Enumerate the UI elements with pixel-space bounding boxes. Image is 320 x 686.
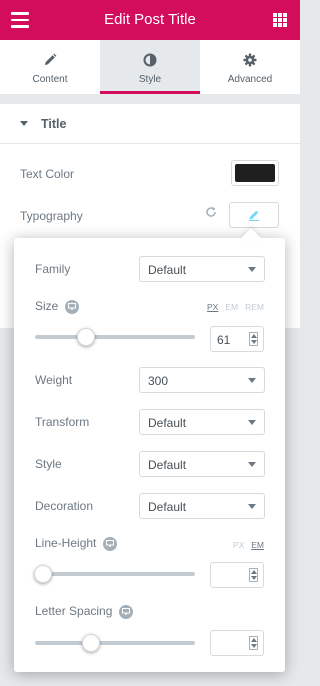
tab-style-label: Style [138,74,162,85]
text-color-row: Text Color [20,160,279,186]
monitor-icon[interactable] [65,299,80,314]
decoration-label: Decoration [35,499,94,513]
section-title: Title [41,116,67,131]
decoration-select[interactable]: Default [139,493,265,519]
transform-value: Default [148,416,187,430]
line-height-input[interactable] [210,562,264,588]
half-circle-icon [100,52,200,68]
unit-em[interactable]: EM [225,302,238,312]
size-slider[interactable] [35,328,195,346]
chevron-down-icon [248,504,256,509]
style-select[interactable]: Default [139,451,265,477]
typography-popover: Family Default Size PX EM REM 61 Weight … [14,238,285,672]
tab-content-label: Content [32,74,68,85]
line-height-units: PX EM [233,540,264,550]
reset-icon[interactable] [205,206,217,221]
unit-px[interactable]: PX [207,302,218,312]
family-select[interactable]: Default [139,256,265,282]
weight-label: Weight [35,373,73,387]
letter-spacing-label-text: Letter Spacing [35,604,113,618]
letter-spacing-label: Letter Spacing [35,604,134,619]
text-color-label: Text Color [20,167,75,181]
size-value: 61 [217,333,231,347]
monitor-icon[interactable] [119,604,134,619]
chevron-down-icon [248,378,256,383]
panel-title: Edit Post Title [104,11,196,28]
typography-label: Typography [20,209,83,223]
chevron-down-icon [248,267,256,272]
size-label-text: Size [35,299,59,313]
pencil-icon [249,210,259,221]
size-units: PX EM REM [207,302,264,312]
style-label: Style [35,457,62,471]
transform-select[interactable]: Default [139,409,265,435]
typography-edit-button[interactable] [229,202,279,228]
section-header[interactable]: Title [0,104,300,144]
panel-tabs: Content Style Advanced [0,40,300,94]
family-value: Default [148,263,187,277]
pencil-icon [0,52,100,68]
grid-icon[interactable] [273,13,287,27]
chevron-down-icon [248,462,256,467]
size-label: Size [35,299,80,314]
letter-spacing-slider[interactable] [35,634,195,652]
style-value: Default [148,458,187,472]
number-spinner-icon[interactable] [249,332,258,346]
size-slider-handle[interactable] [76,328,95,346]
letter-spacing-slider-handle[interactable] [82,634,101,652]
unit-em[interactable]: EM [251,540,264,550]
unit-rem[interactable]: REM [245,302,264,312]
family-label: Family [35,262,71,276]
text-color-swatch[interactable] [231,160,279,186]
tab-advanced[interactable]: Advanced [200,40,300,94]
color-preview [235,164,275,182]
number-spinner-icon[interactable] [249,568,258,582]
typography-row: Typography [20,202,279,228]
size-input[interactable]: 61 [210,326,264,352]
decoration-value: Default [148,500,187,514]
weight-value: 300 [148,374,169,388]
line-height-label-text: Line-Height [35,536,97,550]
letter-spacing-input[interactable] [210,630,264,656]
line-height-slider-handle[interactable] [34,565,52,583]
editor-header: Edit Post Title [0,0,300,40]
tab-style[interactable]: Style [100,40,200,94]
chevron-down-icon [248,420,256,425]
monitor-icon[interactable] [103,536,118,551]
unit-px[interactable]: PX [233,540,244,550]
line-height-label: Line-Height [35,536,118,551]
tab-content[interactable]: Content [0,40,100,94]
line-height-slider[interactable] [34,565,195,583]
gear-icon [200,52,300,68]
transform-label: Transform [35,415,90,429]
tab-advanced-label: Advanced [227,74,273,85]
weight-select[interactable]: 300 [139,367,265,393]
number-spinner-icon[interactable] [249,636,258,650]
caret-down-icon [20,121,28,126]
